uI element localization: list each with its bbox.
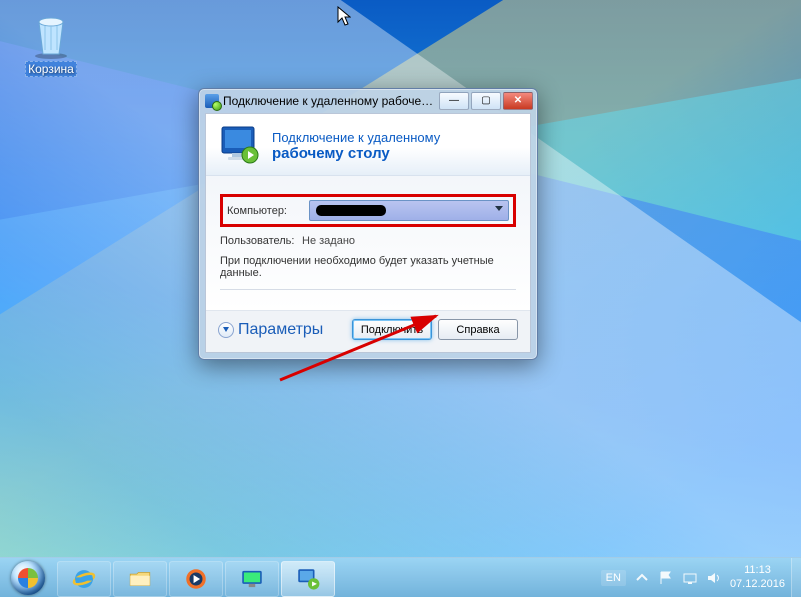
taskbar-explorer[interactable] — [113, 561, 167, 597]
clock[interactable]: 11:13 07.12.2016 — [730, 564, 785, 590]
options-toggle[interactable]: Параметры — [218, 319, 323, 340]
computer-value-redacted — [316, 205, 386, 216]
ie-icon — [71, 566, 97, 592]
start-button[interactable] — [0, 558, 56, 597]
minimize-button[interactable]: — — [439, 92, 469, 110]
button-bar: Параметры Подключить Справка — [206, 310, 530, 352]
chevron-down-icon — [495, 206, 503, 211]
user-value: Не задано — [302, 235, 355, 247]
system-tray: EN 11:13 07.12.2016 — [591, 558, 791, 597]
tray-arrow-icon[interactable] — [634, 570, 650, 586]
computer-label: Компьютер: — [227, 205, 303, 217]
clock-date: 07.12.2016 — [730, 578, 785, 591]
heading-line-1: Подключение к удаленному — [272, 130, 440, 146]
desktop[interactable]: Корзина Подключение к удаленному рабочем… — [0, 0, 801, 557]
window-title: Подключение к удаленному рабочему столу — [223, 94, 435, 108]
taskbar: EN 11:13 07.12.2016 — [0, 557, 801, 597]
divider — [220, 289, 516, 290]
window-controls: — ▢ ✕ — [439, 92, 533, 110]
credentials-hint: При подключении необходимо будет указать… — [220, 255, 516, 279]
taskbar-app1[interactable] — [225, 561, 279, 597]
volume-icon[interactable] — [706, 570, 722, 586]
cursor-icon — [337, 6, 351, 26]
close-button[interactable]: ✕ — [503, 92, 533, 110]
taskbar-ie[interactable] — [57, 561, 111, 597]
folder-icon — [127, 566, 153, 592]
chevron-down-icon — [218, 322, 234, 338]
language-indicator[interactable]: EN — [601, 570, 626, 586]
computer-combobox[interactable] — [309, 200, 509, 221]
recycle-bin-label: Корзина — [25, 61, 77, 77]
maximize-button[interactable]: ▢ — [471, 92, 501, 110]
highlight-computer-row: Компьютер: — [220, 194, 516, 227]
help-button[interactable]: Справка — [438, 319, 518, 340]
taskbar-rdp[interactable] — [281, 561, 335, 597]
rdp-logo-icon — [218, 125, 262, 169]
window-client: Подключение к удаленному рабочему столу … — [205, 113, 531, 353]
rdp-window: Подключение к удаленному рабочему столу … — [198, 88, 538, 360]
header-banner: Подключение к удаленному рабочему столу — [206, 114, 530, 176]
form-body: Компьютер: Пользователь: Не задано При п… — [206, 176, 530, 310]
flag-icon[interactable] — [658, 570, 674, 586]
clock-time: 11:13 — [730, 564, 785, 577]
media-player-icon — [183, 566, 209, 592]
options-label: Параметры — [238, 321, 323, 339]
desktop-recycle-bin[interactable]: Корзина — [15, 12, 87, 76]
connect-button[interactable]: Подключить — [352, 319, 432, 340]
monitor-icon — [239, 566, 265, 592]
recycle-bin-icon — [27, 12, 75, 60]
rdp-taskbar-icon — [295, 566, 321, 592]
titlebar[interactable]: Подключение к удаленному рабочему столу … — [199, 89, 537, 113]
user-label: Пользователь: — [220, 235, 296, 247]
network-icon[interactable] — [682, 570, 698, 586]
windows-logo-icon — [11, 561, 45, 595]
taskbar-media-player[interactable] — [169, 561, 223, 597]
show-desktop-button[interactable] — [791, 558, 801, 597]
heading-line-2: рабочему столу — [272, 145, 440, 163]
rdp-app-icon — [205, 94, 219, 108]
